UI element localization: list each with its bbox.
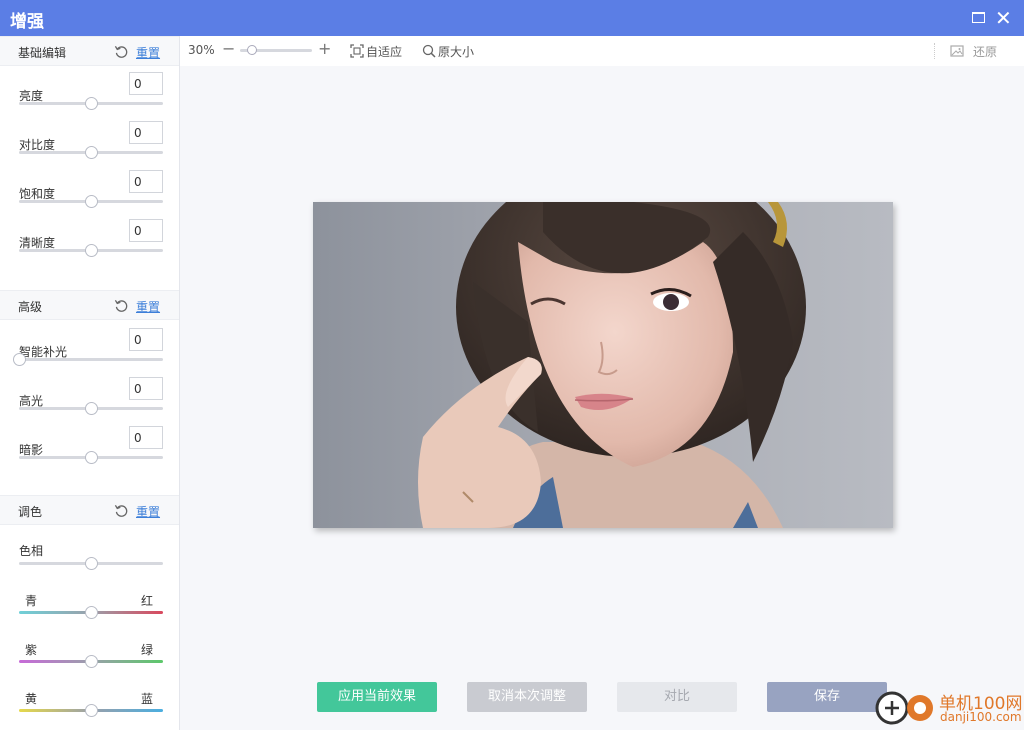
shadows-input[interactable] [129, 426, 163, 449]
restore-label: 还原 [973, 45, 998, 59]
saturation-input[interactable] [129, 170, 163, 193]
zoom-slider-thumb[interactable] [247, 45, 258, 55]
section-advanced-title: 高级 [18, 300, 43, 314]
image-toolbar: 30% − + 自适应 原大小 还原 [180, 36, 1024, 66]
slider-thumb[interactable] [85, 97, 98, 110]
zoom-in-button[interactable]: + [318, 39, 331, 58]
green-label: 绿 [141, 643, 154, 657]
reset-icon [114, 46, 128, 58]
contrast-input[interactable] [129, 121, 163, 144]
slider-thumb[interactable] [85, 655, 98, 668]
adjustment-panel: 基础编辑 重置 亮度 对比度 饱和度 清晰度 高级 重置 智能补光 [0, 36, 180, 730]
maximize-icon [972, 12, 985, 23]
param-saturation: 饱和度 [0, 170, 179, 219]
param-hue: 色相 [0, 536, 179, 585]
smart-fill-light-slider[interactable] [13, 353, 163, 366]
param-brightness: 亮度 [0, 72, 179, 121]
slider-thumb[interactable] [85, 606, 98, 619]
param-contrast: 对比度 [0, 121, 179, 170]
brightness-input[interactable] [129, 72, 163, 95]
param-highlights: 高光 [0, 377, 179, 426]
advanced-reset-label: 重置 [136, 300, 161, 314]
window-title: 增强 [10, 12, 44, 32]
brightness-slider[interactable] [19, 97, 163, 110]
slider-thumb[interactable] [85, 195, 98, 208]
apply-effect-button[interactable]: 应用当前效果 [317, 682, 437, 712]
image-icon [950, 45, 964, 57]
cyan-red-slider[interactable] [19, 606, 163, 619]
zoom-level: 30% [188, 43, 215, 57]
magnifier-icon [422, 44, 436, 58]
shadows-slider[interactable] [19, 451, 163, 464]
smart-fill-light-input[interactable] [129, 328, 163, 351]
fit-icon [350, 44, 364, 58]
param-clarity: 清晰度 [0, 219, 179, 268]
compare-button[interactable]: 对比 [617, 682, 737, 712]
slider-thumb[interactable] [85, 244, 98, 257]
yellow-label: 黄 [25, 692, 38, 706]
param-cyan-red: 青 红 [0, 592, 179, 641]
section-advanced-header: 高级 重置 [0, 290, 179, 320]
title-bar: 增强 ✕ [0, 0, 1024, 36]
preview-image [313, 202, 893, 528]
section-tone-header: 调色 重置 [0, 495, 179, 525]
magenta-label: 紫 [25, 643, 38, 657]
reset-icon [114, 300, 128, 312]
param-smart-fill-light: 智能补光 [0, 328, 179, 377]
portrait-photo [313, 202, 893, 528]
watermark-logo-icon [875, 691, 933, 725]
blue-label: 蓝 [141, 692, 154, 706]
original-size-label: 原大小 [438, 45, 475, 59]
zoom-out-button[interactable]: − [222, 39, 235, 58]
basic-reset-label: 重置 [136, 46, 161, 60]
toolbar-divider [934, 43, 935, 59]
close-icon: ✕ [995, 6, 1012, 30]
slider-thumb[interactable] [85, 451, 98, 464]
section-basic-title: 基础编辑 [18, 46, 67, 60]
slider-thumb[interactable] [85, 557, 98, 570]
section-basic-header: 基础编辑 重置 [0, 36, 179, 66]
clarity-slider[interactable] [19, 244, 163, 257]
clarity-input[interactable] [129, 219, 163, 242]
param-shadows: 暗影 [0, 426, 179, 475]
maximize-button[interactable] [969, 8, 989, 28]
saturation-slider[interactable] [19, 195, 163, 208]
tone-reset-label: 重置 [136, 505, 161, 519]
preview-canvas: 应用当前效果 取消本次调整 对比 保存 [180, 66, 1024, 730]
param-yellow-blue: 黄 蓝 [0, 690, 179, 730]
save-button[interactable]: 保存 [767, 682, 887, 712]
zoom-slider[interactable] [240, 45, 312, 55]
slider-thumb[interactable] [85, 402, 98, 415]
cyan-label: 青 [25, 594, 38, 608]
site-watermark: 单机100网 danji100.com [874, 686, 1024, 730]
slider-thumb[interactable] [85, 704, 98, 717]
hue-slider[interactable] [19, 557, 163, 570]
reset-icon [114, 505, 128, 517]
fit-label: 自适应 [366, 45, 403, 59]
slider-thumb[interactable] [85, 146, 98, 159]
highlights-slider[interactable] [19, 402, 163, 415]
yellow-blue-slider[interactable] [19, 704, 163, 717]
close-button[interactable]: ✕ [994, 8, 1014, 28]
section-tone-title: 调色 [18, 505, 43, 519]
highlights-input[interactable] [129, 377, 163, 400]
param-magenta-green: 紫 绿 [0, 641, 179, 690]
magenta-green-slider[interactable] [19, 655, 163, 668]
red-label: 红 [141, 594, 154, 608]
param-label: 色相 [19, 544, 44, 558]
watermark-url: danji100.com [940, 710, 1022, 724]
cancel-adjust-button[interactable]: 取消本次调整 [467, 682, 587, 712]
slider-thumb[interactable] [13, 353, 26, 366]
contrast-slider[interactable] [19, 146, 163, 159]
